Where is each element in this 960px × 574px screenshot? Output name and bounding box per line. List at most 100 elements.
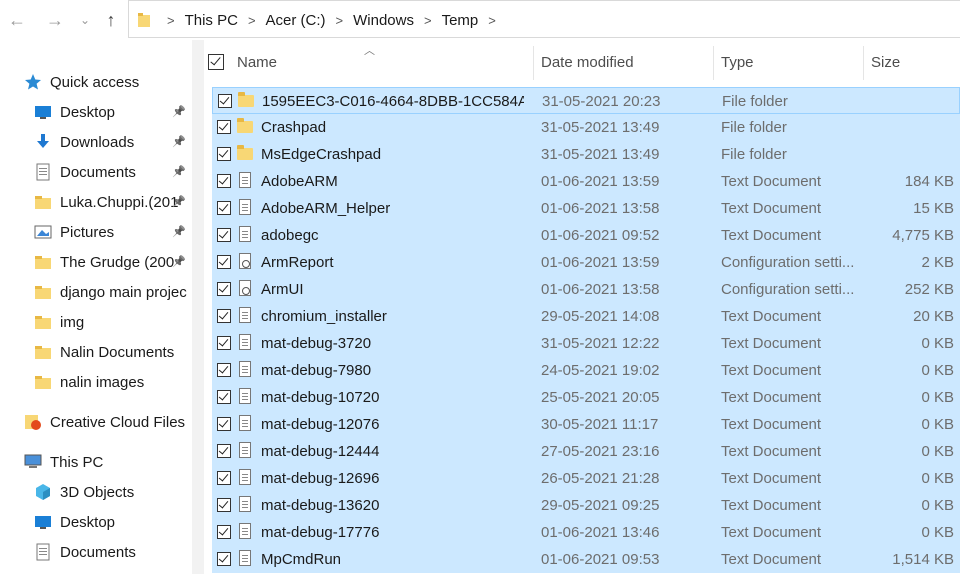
file-row[interactable]: mat-debug-10720 25-05-2021 20:05 Text Docu… [212, 384, 960, 411]
file-type: Configuration setti... [721, 254, 855, 271]
file-row[interactable]: MsEdgeCrashpad 31-05-2021 13:49 File folde… [212, 141, 960, 168]
file-row[interactable]: mat-debug-17776 01-06-2021 13:46 Text Docu… [212, 519, 960, 546]
back-arrow-icon[interactable]: ← [6, 8, 28, 32]
column-type[interactable]: Type [721, 40, 754, 86]
pane-divider[interactable] [192, 40, 204, 574]
sidebar-item[interactable]: Luka.Chuppi.(201 [34, 187, 192, 217]
sidebar-item[interactable]: django main projec [34, 277, 192, 307]
file-row[interactable]: AdobeARM_Helper 01-06-2021 13:58 Text Docu… [212, 195, 960, 222]
chevron-right-icon[interactable]: > [488, 13, 496, 28]
row-checkbox[interactable] [217, 444, 231, 458]
chevron-right-icon[interactable]: > [248, 13, 256, 28]
pictures-icon [34, 223, 52, 241]
chevron-right-icon[interactable]: > [167, 13, 175, 28]
column-name[interactable]: Name [237, 40, 277, 86]
file-row[interactable]: mat-debug-12444 27-05-2021 23:16 Text Docu… [212, 438, 960, 465]
file-row[interactable]: chromium_installer 29-05-2021 14:08 Text D… [212, 303, 960, 330]
sidebar-item-label: Downloads [60, 133, 135, 151]
file-size: 0 KB [921, 524, 954, 541]
column-divider[interactable] [863, 46, 864, 80]
up-arrow-icon[interactable]: ↑ [100, 8, 122, 32]
text-document-icon [237, 496, 253, 514]
address-bar[interactable]: > This PC > Acer (C:) > Windows > Temp > [128, 0, 960, 38]
row-checkbox[interactable] [217, 255, 231, 269]
row-checkbox[interactable] [217, 417, 231, 431]
row-checkbox[interactable] [217, 201, 231, 215]
sidebar-item[interactable]: Documents [34, 537, 192, 567]
file-size: 252 KB [904, 281, 954, 298]
row-checkbox[interactable] [217, 336, 231, 350]
file-row[interactable]: mat-debug-12076 30-05-2021 11:17 Text Docu… [212, 411, 960, 438]
select-all-checkbox[interactable] [208, 54, 224, 70]
row-checkbox[interactable] [217, 174, 231, 188]
pin-icon[interactable]: 📌 [172, 195, 186, 208]
sidebar-item[interactable]: Documents [34, 157, 192, 187]
row-checkbox[interactable] [217, 471, 231, 485]
column-date-modified[interactable]: Date modified [541, 40, 634, 86]
file-row[interactable]: ArmReport 01-06-2021 13:59 Configuration s… [212, 249, 960, 276]
file-row[interactable]: mat-debug-3720 31-05-2021 12:22 Text Docum… [212, 330, 960, 357]
file-row[interactable]: AdobeARM 01-06-2021 13:59 Text Document 184… [212, 168, 960, 195]
file-row[interactable]: ArmUI 01-06-2021 13:58 Configuration setti… [212, 276, 960, 303]
column-divider[interactable] [713, 46, 714, 80]
row-checkbox[interactable] [217, 147, 231, 161]
folder-icon [34, 373, 52, 391]
sidebar-item[interactable]: This PC [24, 447, 192, 477]
sidebar-item-label: The Grudge (200 [60, 253, 175, 271]
file-type: Text Document [721, 200, 822, 217]
text-document-icon [237, 334, 253, 352]
sidebar-item[interactable]: Pictures [34, 217, 192, 247]
sidebar-item[interactable]: Downloads [34, 127, 192, 157]
chevron-right-icon[interactable]: > [424, 13, 432, 28]
pin-icon[interactable]: 📌 [172, 255, 186, 268]
row-checkbox[interactable] [217, 498, 231, 512]
file-row[interactable]: adobegc 01-06-2021 09:52 Text Document 4,77… [212, 222, 960, 249]
breadcrumb-acer-drive[interactable]: Acer (C:) [266, 12, 326, 29]
row-checkbox[interactable] [217, 228, 231, 242]
row-checkbox[interactable] [217, 390, 231, 404]
breadcrumb-windows[interactable]: Windows [353, 12, 414, 29]
pin-icon[interactable]: 📌 [172, 105, 186, 118]
sidebar-item[interactable]: img [34, 307, 192, 337]
forward-arrow-icon[interactable]: → [44, 8, 66, 32]
file-row[interactable]: mat-debug-7980 24-05-2021 19:02 Text Docum… [212, 357, 960, 384]
file-row[interactable]: Crashpad 31-05-2021 13:49 File folder [212, 114, 960, 141]
sidebar-item-label: Luka.Chuppi.(201 [60, 193, 179, 211]
text-document-icon [237, 307, 253, 325]
pin-icon[interactable]: 📌 [172, 165, 186, 178]
file-date-modified: 01-06-2021 09:53 [541, 551, 660, 568]
row-checkbox[interactable] [217, 120, 231, 134]
sidebar-item[interactable]: Desktop [34, 97, 192, 127]
file-row[interactable]: 1595EEC3-C016-4664-8DBB-1CC584A... 31-05-… [212, 87, 960, 114]
pin-icon[interactable]: 📌 [172, 225, 186, 238]
folder-icon [238, 92, 254, 110]
row-checkbox[interactable] [218, 94, 232, 108]
sidebar-item[interactable]: Creative Cloud Files [24, 407, 192, 437]
breadcrumb-this-pc[interactable]: This PC [185, 12, 238, 29]
pin-icon[interactable]: 📌 [172, 135, 186, 148]
text-document-icon [237, 523, 253, 541]
row-checkbox[interactable] [217, 309, 231, 323]
sidebar-item[interactable]: Quick access [24, 67, 192, 97]
row-checkbox[interactable] [217, 363, 231, 377]
breadcrumb-temp[interactable]: Temp [442, 12, 479, 29]
sidebar-item[interactable]: The Grudge (200 [34, 247, 192, 277]
row-checkbox[interactable] [217, 282, 231, 296]
column-size[interactable]: Size [871, 40, 900, 86]
sidebar-item[interactable]: 3D Objects [34, 477, 192, 507]
chevron-right-icon[interactable]: > [336, 13, 344, 28]
file-row[interactable]: MpCmdRun 01-06-2021 09:53 Text Document 1,5… [212, 546, 960, 573]
sidebar-item[interactable]: Nalin Documents [34, 337, 192, 367]
row-checkbox[interactable] [217, 525, 231, 539]
file-row[interactable]: mat-debug-12696 26-05-2021 21:28 Text Docu… [212, 465, 960, 492]
row-checkbox[interactable] [217, 552, 231, 566]
folder-icon [34, 253, 52, 271]
sidebar-item[interactable]: nalin images [34, 367, 192, 397]
sidebar-item[interactable]: Desktop [34, 507, 192, 537]
file-row[interactable]: mat-debug-13620 29-05-2021 09:25 Text Docu… [212, 492, 960, 519]
column-divider[interactable] [533, 46, 534, 80]
file-size: 0 KB [921, 470, 954, 487]
recent-locations-chevron-icon[interactable]: ⌄ [74, 8, 96, 32]
file-type: Text Document [721, 308, 822, 325]
sidebar-item-label: Quick access [50, 73, 140, 91]
